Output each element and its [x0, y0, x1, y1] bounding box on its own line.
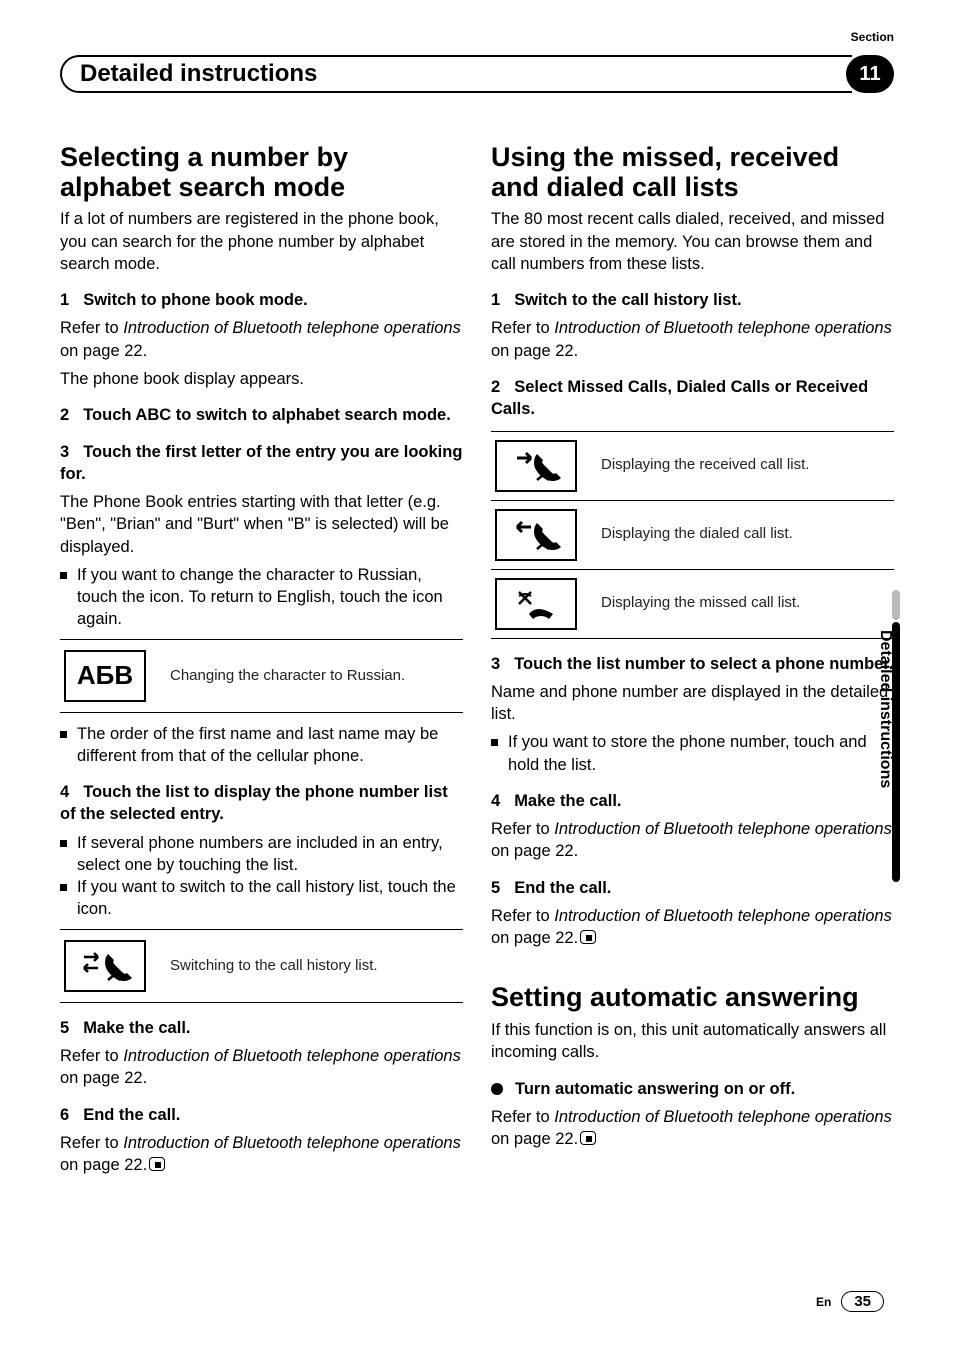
side-tab-label: Detailed instructions [876, 630, 894, 788]
step-3-bullet-1: If you want to change the character to R… [60, 564, 463, 631]
r-step-3-head: 3Touch the list number to select a phone… [491, 653, 894, 675]
icon-desc-dialed: Displaying the dialed call list. [601, 524, 793, 544]
table-row: Displaying the missed call list. [491, 570, 894, 638]
auto-refer: Refer to Introduction of Bluetooth telep… [491, 1106, 894, 1151]
page-number: 35 [841, 1291, 884, 1312]
call-list-icon-table: Displaying the received call list. Displ… [491, 431, 894, 639]
step-6-head: 6End the call. [60, 1104, 463, 1126]
r-step-3-bullet: If you want to store the phone number, t… [491, 731, 894, 776]
r-step-5-head: 5End the call. [491, 877, 894, 899]
icon-desc-received: Displaying the received call list. [601, 455, 809, 475]
icon-desc-missed: Displaying the missed call list. [601, 593, 800, 613]
end-mark-icon [580, 930, 596, 944]
page-title: Detailed instructions [80, 60, 317, 88]
r-step-5-refer: Refer to Introduction of Bluetooth telep… [491, 905, 894, 950]
step-1-refer: Refer to Introduction of Bluetooth telep… [60, 317, 463, 362]
end-mark-icon [580, 1131, 596, 1145]
footer-lang: En [816, 1295, 831, 1309]
heading-call-lists: Using the missed, received and dialed ca… [491, 143, 894, 202]
section-number-badge: 11 [846, 55, 894, 93]
icon-row-history: Switching to the call history list. [60, 929, 463, 1003]
step-5-head: 5Make the call. [60, 1017, 463, 1039]
step-4-bullet-2: If you want to switch to the call histor… [60, 876, 463, 921]
icon-row-russian: АБВ Changing the character to Russian. [60, 639, 463, 713]
table-row: Displaying the received call list. [491, 432, 894, 501]
side-tab: Detailed instructions [882, 590, 902, 622]
dialed-call-icon [495, 509, 577, 561]
heading-alphabet-search: Selecting a number by alphabet search mo… [60, 143, 463, 202]
step-3-head: 3Touch the first letter of the entry you… [60, 441, 463, 486]
heading-auto-answer: Setting automatic answering [491, 983, 894, 1013]
section-label: Section [851, 30, 894, 44]
r-step-1-head: 1Switch to the call history list. [491, 289, 894, 311]
table-row: Displaying the dialed call list. [491, 501, 894, 570]
r-step-4-refer: Refer to Introduction of Bluetooth telep… [491, 818, 894, 863]
auto-intro: If this function is on, this unit automa… [491, 1019, 894, 1064]
header-bar: Detailed instructions 11 [60, 55, 894, 93]
icon-desc-russian: Changing the character to Russian. [170, 666, 405, 686]
r-step-3-body: Name and phone number are displayed in t… [491, 681, 894, 726]
right-column: Using the missed, received and dialed ca… [491, 143, 894, 1182]
step-3-body: The Phone Book entries starting with tha… [60, 491, 463, 558]
call-history-icon [64, 940, 146, 992]
step-1-body: The phone book display appears. [60, 368, 463, 390]
end-mark-icon [149, 1157, 165, 1171]
icon-desc-history: Switching to the call history list. [170, 956, 378, 976]
step-4-head: 4Touch the list to display the phone num… [60, 781, 463, 826]
intro-text-right: The 80 most recent calls dialed, receive… [491, 208, 894, 275]
left-column: Selecting a number by alphabet search mo… [60, 143, 463, 1182]
step-4-bullet-1: If several phone numbers are included in… [60, 832, 463, 877]
step-6-refer: Refer to Introduction of Bluetooth telep… [60, 1132, 463, 1177]
r-step-1-refer: Refer to Introduction of Bluetooth telep… [491, 317, 894, 362]
auto-step-head: Turn automatic answering on or off. [491, 1078, 894, 1100]
step-5-refer: Refer to Introduction of Bluetooth telep… [60, 1045, 463, 1090]
r-step-2-head: 2Select Missed Calls, Dialed Calls or Re… [491, 376, 894, 421]
russian-chars-icon: АБВ [64, 650, 146, 702]
step-1-head: 1Switch to phone book mode. [60, 289, 463, 311]
r-step-4-head: 4Make the call. [491, 790, 894, 812]
missed-call-icon [495, 578, 577, 630]
intro-text: If a lot of numbers are registered in th… [60, 208, 463, 275]
footer: En 35 [816, 1291, 884, 1312]
received-call-icon [495, 440, 577, 492]
step-2-head: 2Touch ABC to switch to alphabet search … [60, 404, 463, 426]
step-3-bullet-2: The order of the first name and last nam… [60, 723, 463, 768]
